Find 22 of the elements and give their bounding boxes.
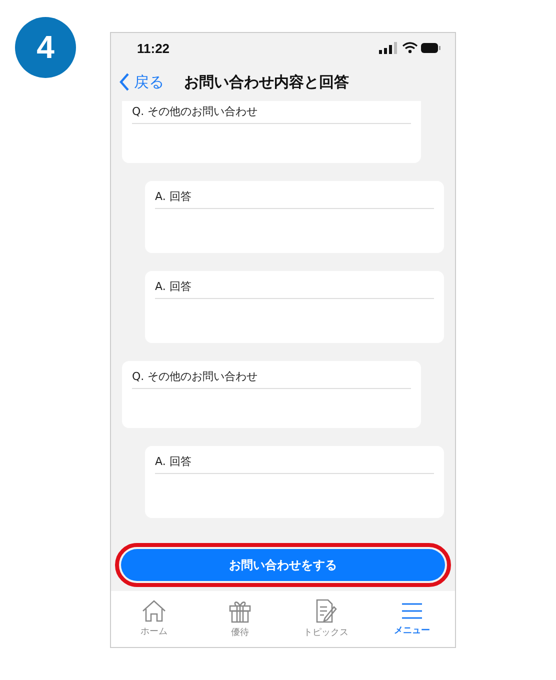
tab-bar-item[interactable]: メニュー [369,591,455,647]
menu-icon [401,601,423,621]
back-chevron-icon [119,73,130,91]
answer-label: A. 回答 [155,446,434,474]
answer-label: A. 回答 [155,181,434,209]
gift-icon [229,599,251,623]
tab-bar-item[interactable]: 優待 [197,591,283,647]
screen-title: お問い合わせ内容と回答 [184,72,349,92]
contact-button[interactable]: お問い合わせをする [121,549,445,581]
signal-icon [379,42,397,54]
question-label: Q. その他のお問い合わせ [132,361,411,389]
document-pencil-icon [315,599,337,623]
wifi-icon [402,42,418,54]
status-time: 11:22 [137,40,170,56]
tab-bar-item[interactable]: トピックス [283,591,369,647]
step-number-badge: 4 [15,17,76,78]
battery-icon [421,43,440,53]
back-button[interactable]: 戻る [119,72,164,92]
home-icon [141,600,167,622]
question-label: Q. その他のお問い合わせ [132,101,411,124]
tab-bar-item[interactable]: ホーム [111,591,197,647]
answer-label: A. 回答 [155,271,434,299]
